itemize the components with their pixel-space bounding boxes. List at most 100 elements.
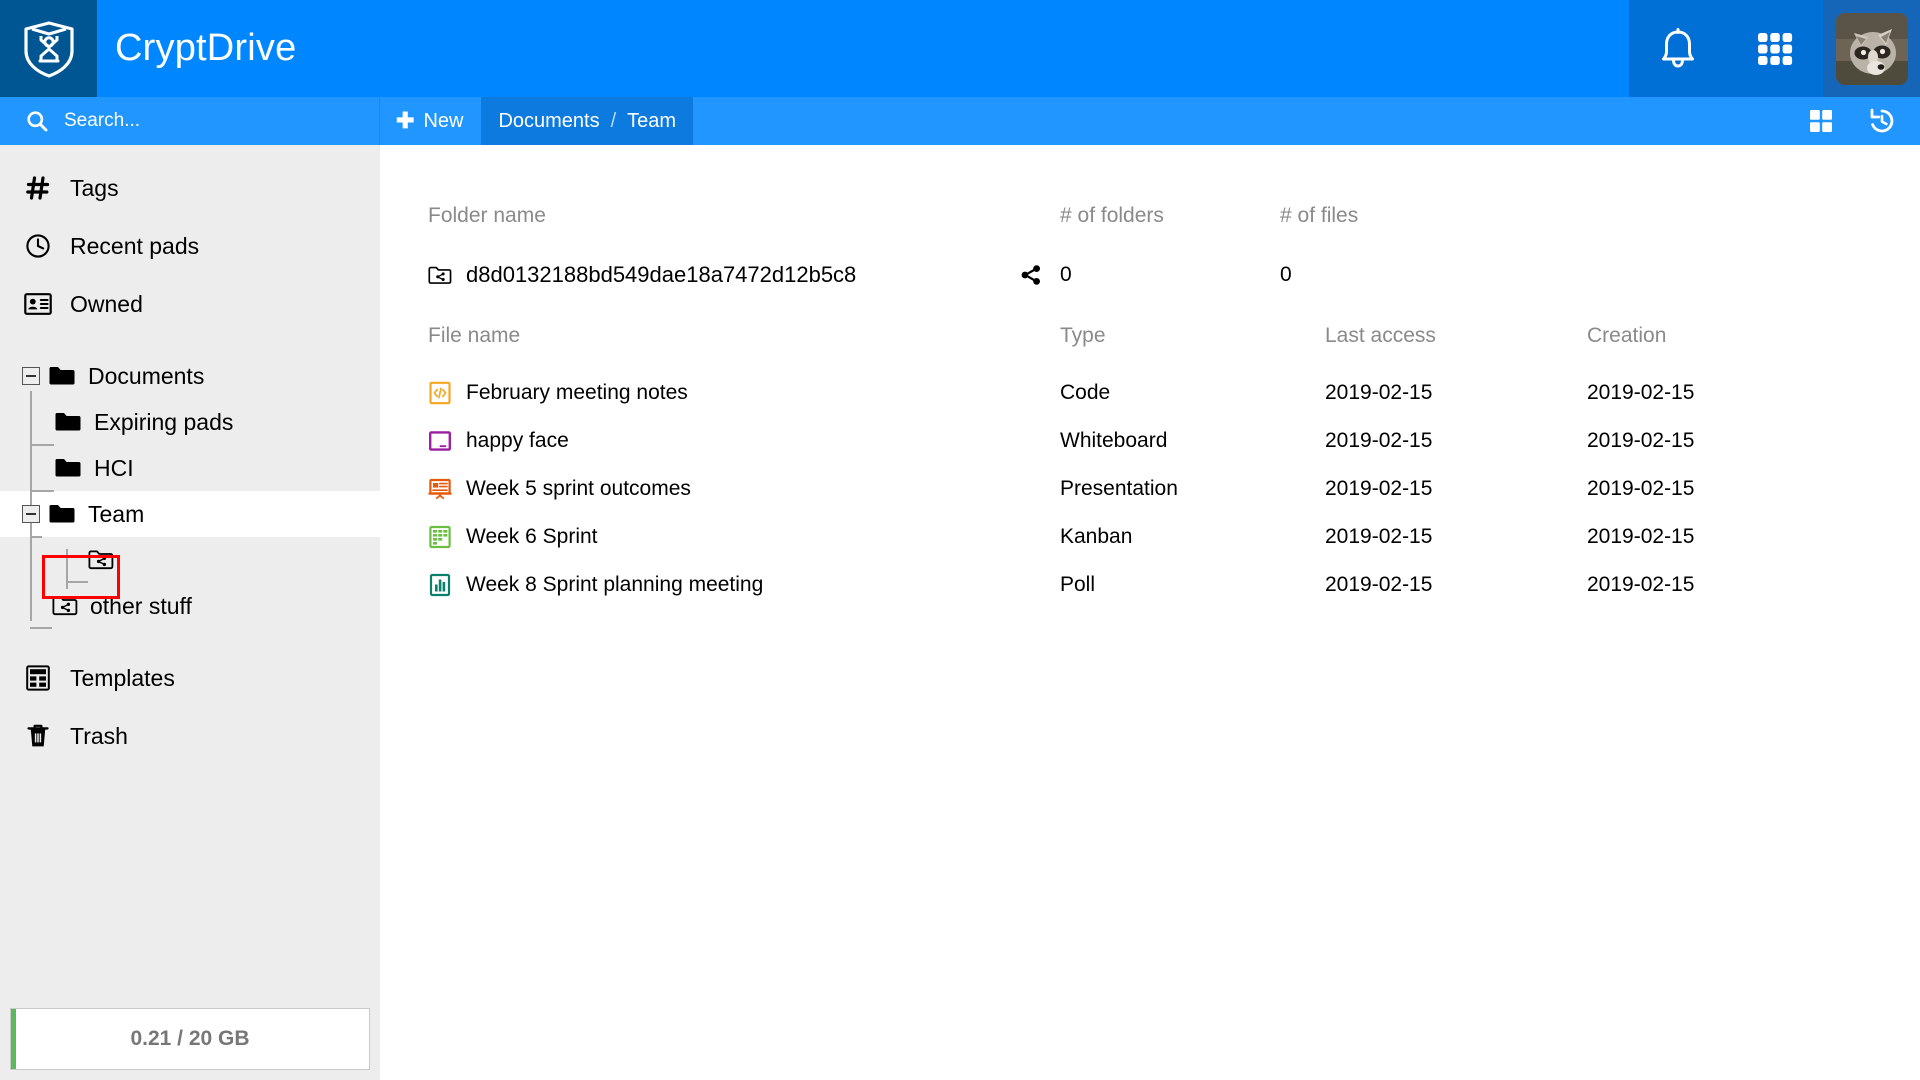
header-num-folders[interactable]: # of folders bbox=[1060, 204, 1280, 228]
storage-indicator[interactable]: 0.21 / 20 GB bbox=[10, 1008, 370, 1070]
file-row[interactable]: happy face Whiteboard 2019-02-15 2019-02… bbox=[380, 417, 1920, 465]
tree-item-label: Documents bbox=[88, 362, 205, 389]
search-input[interactable] bbox=[64, 110, 344, 132]
search-container[interactable] bbox=[0, 97, 380, 145]
id-card-icon bbox=[24, 292, 52, 316]
file-name-cell: Week 6 Sprint bbox=[380, 525, 1020, 549]
new-pad-button[interactable]: ✚ New bbox=[380, 97, 482, 145]
file-row[interactable]: Week 6 Sprint Kanban 2019-02-15 2019-02-… bbox=[380, 513, 1920, 561]
file-creation: 2019-02-15 bbox=[1587, 429, 1695, 452]
history-restore-icon[interactable] bbox=[1868, 107, 1896, 135]
folder-name-cell: d8d0132188bd549dae18a7472d12b5c8 bbox=[380, 262, 1020, 288]
tree-item-documents[interactable]: Documents bbox=[0, 353, 380, 399]
file-last-access: 2019-02-15 bbox=[1325, 429, 1433, 452]
file-type: Kanban bbox=[1060, 525, 1133, 548]
breadcrumb-item-team[interactable]: Team bbox=[627, 110, 676, 133]
folder-open-icon bbox=[48, 365, 76, 387]
share-icon bbox=[1021, 265, 1040, 285]
app-logo[interactable] bbox=[0, 0, 97, 97]
file-row[interactable]: February meeting notes Code 2019-02-15 2… bbox=[380, 369, 1920, 417]
sidebar-item-owned[interactable]: Owned bbox=[0, 275, 380, 333]
header-last-access[interactable]: Last access bbox=[1325, 324, 1587, 348]
trash-icon bbox=[24, 723, 52, 749]
file-creation: 2019-02-15 bbox=[1587, 573, 1695, 596]
notifications-button[interactable] bbox=[1629, 0, 1726, 97]
toolbar-spacer bbox=[693, 97, 1808, 145]
header-actions bbox=[1629, 0, 1920, 97]
bell-icon bbox=[1661, 27, 1694, 68]
header-num-files[interactable]: # of files bbox=[1280, 204, 1500, 228]
cryptdrive-app: CryptDrive Search... ✚ New Documents / T… bbox=[0, 0, 1920, 1080]
folder-header-row: Folder name # of folders # of files bbox=[380, 185, 1920, 247]
hash-tag-icon bbox=[24, 175, 52, 201]
file-row[interactable]: Week 5 sprint outcomes Presentation 2019… bbox=[380, 465, 1920, 513]
header-spacer bbox=[296, 0, 1629, 97]
tree-connector-horizontal bbox=[30, 444, 54, 446]
app-grid-button[interactable] bbox=[1726, 0, 1823, 97]
tree-toggle-team[interactable] bbox=[22, 505, 40, 523]
file-last-access: 2019-02-15 bbox=[1325, 573, 1433, 596]
tree-item-label: HCI bbox=[94, 454, 134, 481]
sidebar-item-label: Recent pads bbox=[70, 232, 200, 259]
folder-open-icon bbox=[48, 503, 76, 525]
templates-icon bbox=[24, 665, 52, 691]
top-header-bar: CryptDrive bbox=[0, 0, 1920, 97]
storage-progress-bar bbox=[11, 1009, 16, 1069]
user-menu-button[interactable] bbox=[1823, 0, 1920, 97]
file-type: Poll bbox=[1060, 573, 1096, 596]
folder-share-cell[interactable] bbox=[1020, 264, 1060, 286]
header-folder-name[interactable]: Folder name bbox=[380, 204, 1020, 228]
tree-item-shared-unnamed[interactable] bbox=[0, 537, 380, 583]
shared-folder-icon bbox=[52, 595, 78, 617]
header-type[interactable]: Type bbox=[1060, 324, 1325, 348]
presentation-pad-icon bbox=[428, 478, 452, 500]
file-name-cell: happy face bbox=[380, 429, 1020, 453]
tree-item-label: other stuff bbox=[90, 592, 192, 619]
sidebar-item-label: Tags bbox=[70, 174, 119, 201]
cryptpad-shield-logo-icon bbox=[23, 20, 74, 78]
sidebar: Tags Recent pads Owned Documents Expirin… bbox=[0, 145, 380, 1080]
sidebar-item-trash[interactable]: Trash bbox=[0, 707, 380, 765]
file-header-row: File name Type Last access Creation bbox=[380, 303, 1920, 369]
grid-view-icon[interactable] bbox=[1808, 108, 1834, 134]
file-row[interactable]: Week 8 Sprint planning meeting Poll 2019… bbox=[380, 561, 1920, 609]
plus-icon: ✚ bbox=[396, 108, 415, 133]
header-creation[interactable]: Creation bbox=[1587, 324, 1847, 348]
tree-connector-horizontal bbox=[30, 536, 42, 538]
folder-icon bbox=[54, 411, 82, 433]
code-pad-icon bbox=[429, 381, 451, 405]
sidebar-item-recent-pads[interactable]: Recent pads bbox=[0, 217, 380, 275]
file-type: Code bbox=[1060, 381, 1111, 404]
tree-item-expiring-pads[interactable]: Expiring pads bbox=[0, 399, 380, 445]
sidebar-item-templates[interactable]: Templates bbox=[0, 649, 380, 707]
tree-connector-horizontal bbox=[66, 581, 88, 583]
file-name-cell: February meeting notes bbox=[380, 381, 1020, 405]
file-last-access: 2019-02-15 bbox=[1325, 525, 1433, 548]
file-name-text: happy face bbox=[466, 429, 569, 452]
file-last-access: 2019-02-15 bbox=[1325, 381, 1433, 404]
tree-item-other-stuff[interactable]: other stuff bbox=[0, 583, 380, 629]
whiteboard-pad-icon bbox=[429, 431, 452, 451]
folder-num-folders: 0 bbox=[1060, 263, 1072, 286]
tree-item-hci[interactable]: HCI bbox=[0, 445, 380, 491]
clock-icon bbox=[24, 233, 52, 259]
sidebar-item-label: Owned bbox=[70, 290, 143, 317]
tree-toggle-documents[interactable] bbox=[22, 367, 40, 385]
file-name-text: Week 5 sprint outcomes bbox=[466, 477, 691, 500]
toolbar-actions bbox=[1808, 97, 1920, 145]
file-name-text: Week 8 Sprint planning meeting bbox=[466, 573, 764, 596]
avatar bbox=[1835, 12, 1908, 85]
brand-title: CryptDrive bbox=[115, 27, 297, 69]
folder-row[interactable]: d8d0132188bd549dae18a7472d12b5c8 0 0 bbox=[380, 247, 1920, 303]
tree-connector-horizontal bbox=[30, 490, 54, 492]
tree-item-label: Team bbox=[88, 500, 145, 527]
tree-item-team[interactable]: Team bbox=[0, 491, 380, 537]
file-type: Whiteboard bbox=[1060, 429, 1168, 452]
header-file-name[interactable]: File name bbox=[380, 324, 1020, 348]
toolbar: ✚ New Documents / Team bbox=[0, 97, 1920, 145]
file-creation: 2019-02-15 bbox=[1587, 477, 1695, 500]
breadcrumb-item-documents[interactable]: Documents bbox=[498, 110, 599, 133]
sidebar-item-tags[interactable]: Tags bbox=[0, 159, 380, 217]
sidebar-item-label: Trash bbox=[70, 722, 128, 749]
file-name-text: February meeting notes bbox=[466, 381, 688, 404]
